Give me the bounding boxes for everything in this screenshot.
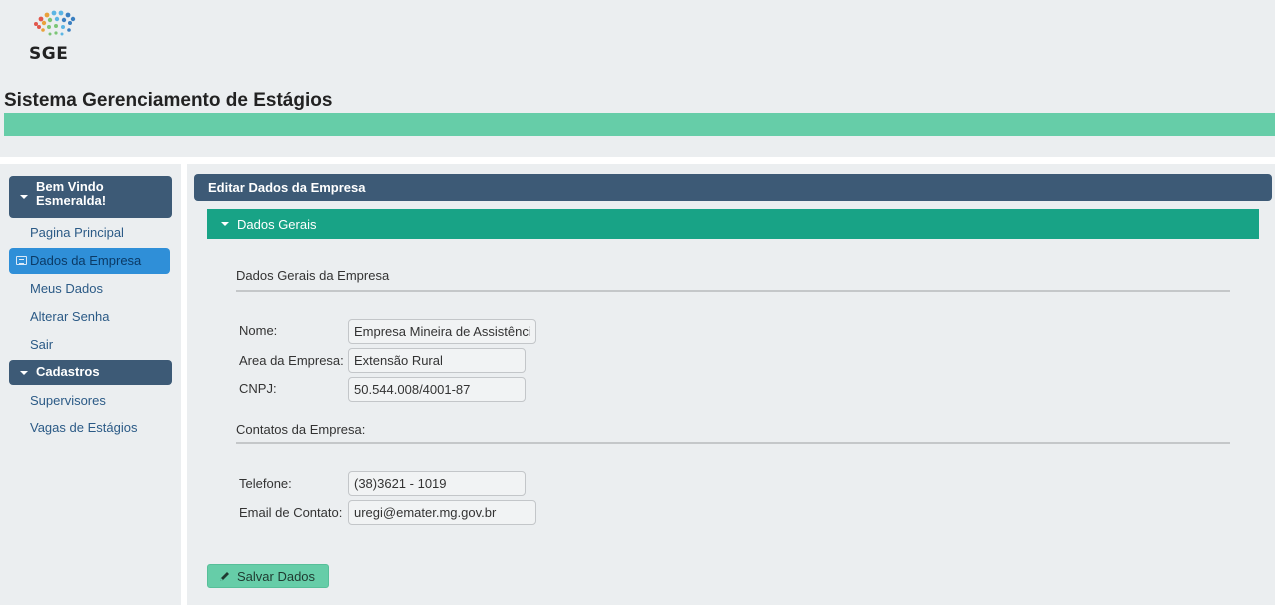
panel-title: Editar Dados da Empresa: [194, 174, 1272, 201]
sidebar-item-meus-dados[interactable]: Meus Dados: [30, 281, 103, 296]
save-button[interactable]: Salvar Dados: [207, 564, 329, 588]
sidebar-item-pagina-principal[interactable]: Pagina Principal: [30, 225, 124, 240]
sidebar-header-label: Bem Vindo Esmeralda!: [36, 179, 107, 208]
contacts-heading: Contatos da Empresa:: [236, 422, 366, 437]
sidebar-item-dados-da-empresa[interactable]: Dados da Empresa: [9, 248, 170, 274]
cnpj-label: CNPJ:: [239, 381, 277, 396]
caret-down-icon: [20, 370, 28, 375]
divider: [236, 290, 1230, 292]
sidebar-item-label: Dados da Empresa: [30, 253, 142, 268]
app-title: Sistema Gerenciamento de Estágios: [4, 90, 333, 111]
telefone-label: Telefone:: [239, 476, 292, 491]
area-input[interactable]: [348, 348, 526, 373]
sidebar: Bem Vindo Esmeralda! Pagina Principal Da…: [0, 164, 181, 605]
header-accent-bar: [4, 113, 1275, 136]
section-title: Dados Gerais: [237, 217, 317, 232]
sidebar-header-label: Cadastros: [36, 364, 100, 379]
divider: [236, 442, 1230, 444]
app-header: SGE Sistema Gerenciamento de Estágios: [0, 0, 1275, 157]
nome-input[interactable]: [348, 319, 536, 344]
area-label: Area da Empresa:: [239, 353, 344, 368]
sidebar-item-sair[interactable]: Sair: [30, 337, 53, 352]
caret-down-icon: [20, 195, 28, 199]
sidebar-header-cadastros[interactable]: Cadastros: [9, 360, 172, 385]
id-card-icon: [16, 256, 27, 265]
sidebar-item-alterar-senha[interactable]: Alterar Senha: [30, 309, 110, 324]
save-button-label: Salvar Dados: [237, 569, 316, 584]
caret-down-icon: [221, 222, 229, 226]
main-content: Editar Dados da Empresa Dados Gerais Dad…: [187, 164, 1275, 605]
sidebar-item-supervisores[interactable]: Supervisores: [30, 393, 106, 408]
sidebar-item-vagas-de-estagios[interactable]: Vagas de Estágios: [30, 420, 137, 435]
section-header-dados-gerais[interactable]: Dados Gerais: [207, 209, 1259, 239]
telefone-input[interactable]: [348, 471, 526, 496]
sidebar-header-welcome[interactable]: Bem Vindo Esmeralda!: [9, 176, 172, 218]
pencil-icon: [220, 572, 229, 581]
cnpj-input[interactable]: [348, 377, 526, 402]
email-input[interactable]: [348, 500, 536, 525]
nome-label: Nome:: [239, 323, 278, 338]
general-data-heading: Dados Gerais da Empresa: [236, 268, 390, 283]
logo-text: SGE: [29, 44, 69, 64]
email-label: Email de Contato:: [239, 505, 343, 520]
